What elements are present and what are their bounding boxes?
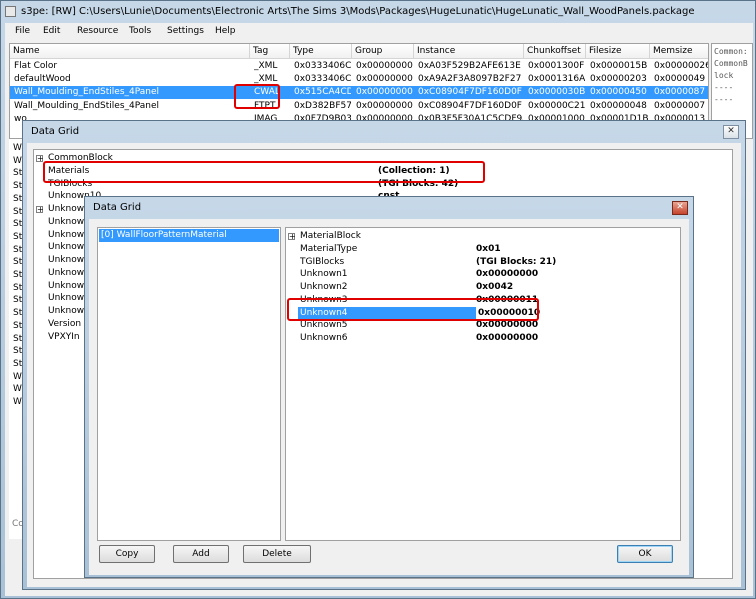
copy-button[interactable]: Copy: [99, 545, 155, 563]
expand-icon[interactable]: +: [36, 155, 44, 163]
property-row[interactable]: Unknown5 0x00000000: [298, 319, 680, 332]
resource-row[interactable]: Wall_Moulding_EndStiles_4Panel CWAL 0x515C…: [10, 86, 708, 100]
resource-cell: 0x515CA4CD: [294, 87, 351, 98]
resource-cell: 0x00000450: [590, 87, 647, 98]
outer-dialog-title-bar[interactable]: Data Grid ✕: [23, 121, 745, 143]
grid-gutter: [34, 150, 44, 578]
resource-cell: 0x0000015B: [590, 61, 648, 71]
resource-cell: 0x00000026: [654, 61, 709, 71]
column-header-type[interactable]: Type: [290, 44, 352, 59]
materials-highlight: [43, 161, 485, 183]
resource-cell: 0x00000C21: [528, 100, 585, 111]
resource-row[interactable]: defaultWood _XML 0x0333406C 0x00000000 0xA9A…: [10, 73, 708, 86]
inner-close-icon[interactable]: ✕: [672, 201, 688, 215]
property-row[interactable]: Unknown6 0x00000000: [298, 332, 680, 345]
resource-row[interactable]: Flat Color _XML 0x0333406C 0x00000000 0xA03F…: [10, 60, 709, 73]
resource-cell: 0xA03F529B2AFE613E: [418, 61, 521, 71]
column-header-filesize[interactable]: Filesize: [586, 44, 650, 59]
property-name: MaterialBlock: [300, 231, 361, 241]
delete-button[interactable]: Delete: [243, 545, 311, 563]
resource-cell: 0x00000000: [356, 87, 413, 98]
property-value: 0x00000000: [476, 320, 539, 331]
expand-icon[interactable]: +: [36, 206, 44, 214]
resource-list-header: Name Tag Type Group Instance Chunkoffset Files…: [10, 44, 708, 59]
resource-cell: 0x0001316A: [528, 74, 585, 85]
inner-dialog-title-bar[interactable]: Data Grid ✕: [85, 197, 693, 219]
menu-bar: File Edit Resource Tools Settings Help: [5, 23, 753, 41]
resource-cell: 0x0333406C: [294, 74, 351, 85]
menu-resource[interactable]: Resource: [77, 26, 118, 36]
resource-cell: 0x0000007: [654, 100, 706, 111]
inner-property-grid: + MaterialBlock MaterialType 0x01 TGIBlocks (…: [285, 227, 681, 541]
inner-dialog-client: [0] WallFloorPatternMaterial + MaterialBl…: [89, 219, 689, 575]
property-row[interactable]: TGIBlocks (TGI Blocks: 21): [298, 256, 680, 269]
unknown4-highlight: [287, 298, 539, 321]
property-value: 0x01: [476, 243, 501, 254]
property-row[interactable]: Unknown2 0x0042: [298, 281, 680, 294]
material-list-item[interactable]: [0] WallFloorPatternMaterial: [99, 229, 279, 242]
main-title-bar[interactable]: s3pe: [RW] C:\Users\Lunie\Documents\Elec…: [1, 1, 755, 23]
outer-close-icon[interactable]: ✕: [723, 125, 739, 139]
resource-cell: 0xA9A2F3A8097B2F27: [418, 74, 522, 85]
expand-icon[interactable]: +: [288, 233, 296, 241]
resource-cell: 0xD382BF57: [294, 100, 351, 111]
menu-edit[interactable]: Edit: [43, 26, 60, 36]
property-value: 0x00000000: [476, 333, 539, 343]
main-window-title: s3pe: [RW] C:\Users\Lunie\Documents\Elec…: [21, 6, 695, 17]
menu-help[interactable]: Help: [215, 26, 236, 36]
resource-cell: 0x00000000: [356, 100, 413, 111]
resource-row[interactable]: Wall_Moulding_EndStiles_4Panel FTPT 0xD382…: [10, 100, 708, 113]
property-name: Unknown2: [300, 282, 348, 292]
resource-preview-text: Common:CommonBlock ---- ----: [714, 47, 748, 104]
menu-file[interactable]: File: [15, 26, 30, 36]
resource-cell: 0x00000000: [356, 74, 413, 85]
resource-cell: Flat Color: [14, 61, 58, 71]
resource-cell: 0x0000049: [654, 74, 706, 85]
property-value: (TGI Blocks: 21): [476, 256, 557, 267]
column-header-tag[interactable]: Tag: [250, 44, 290, 59]
resource-cell: 0x00000203: [590, 74, 647, 85]
property-name: Unknown6: [300, 333, 348, 343]
resource-cell: 0x0000087: [654, 87, 706, 98]
column-header-memsize[interactable]: Memsize: [650, 44, 708, 59]
column-header-name[interactable]: Name: [10, 44, 250, 59]
inner-data-grid-dialog: Data Grid ✕ [0] WallFloorPatternMaterial…: [84, 196, 694, 578]
resource-cell: 0x00000048: [590, 100, 647, 111]
property-name: MaterialType: [300, 243, 358, 254]
inner-dialog-title: Data Grid: [93, 202, 142, 213]
property-row[interactable]: Unknown1 0x00000000: [298, 268, 680, 281]
column-header-group[interactable]: Group: [352, 44, 414, 59]
property-value: 0x0042: [476, 282, 514, 292]
property-value: 0x00000000: [476, 269, 539, 280]
resource-cell: 0x00000000: [356, 61, 413, 71]
resource-cell: 0x0001300F: [528, 61, 585, 71]
resource-cell: Wall_Moulding_EndStiles_4Panel: [14, 87, 160, 98]
material-list: [0] WallFloorPatternMaterial: [97, 227, 281, 541]
ok-button[interactable]: OK: [617, 545, 673, 563]
outer-dialog-title: Data Grid: [31, 126, 80, 137]
resource-cell: Wall_Moulding_EndStiles_4Panel: [14, 100, 160, 111]
property-name: TGIBlocks: [300, 256, 345, 267]
resource-cell: defaultWood: [14, 74, 71, 85]
resource-cell: _XML: [254, 61, 278, 71]
property-name: Unknown5: [300, 320, 348, 331]
property-name: Unknown1: [300, 269, 348, 280]
resource-cell: 0x0333406C: [294, 61, 351, 71]
resource-cell: 0xC08904F7DF160D0F: [418, 100, 522, 111]
resource-cell: 0x0000030B: [528, 87, 585, 98]
property-row[interactable]: MaterialType 0x01: [298, 243, 680, 256]
menu-tools[interactable]: Tools: [129, 26, 151, 36]
resource-cell: 0xC08904F7DF160D0F: [418, 87, 522, 98]
menu-settings[interactable]: Settings: [167, 26, 204, 36]
app-icon: [5, 6, 16, 17]
column-header-instance[interactable]: Instance: [414, 44, 524, 59]
column-header-chunkoffset[interactable]: Chunkoffset: [524, 44, 586, 59]
grid-gutter: [286, 228, 296, 540]
tag-highlight: [234, 84, 280, 109]
add-button[interactable]: Add: [173, 545, 229, 563]
property-row[interactable]: + MaterialBlock: [288, 230, 680, 243]
